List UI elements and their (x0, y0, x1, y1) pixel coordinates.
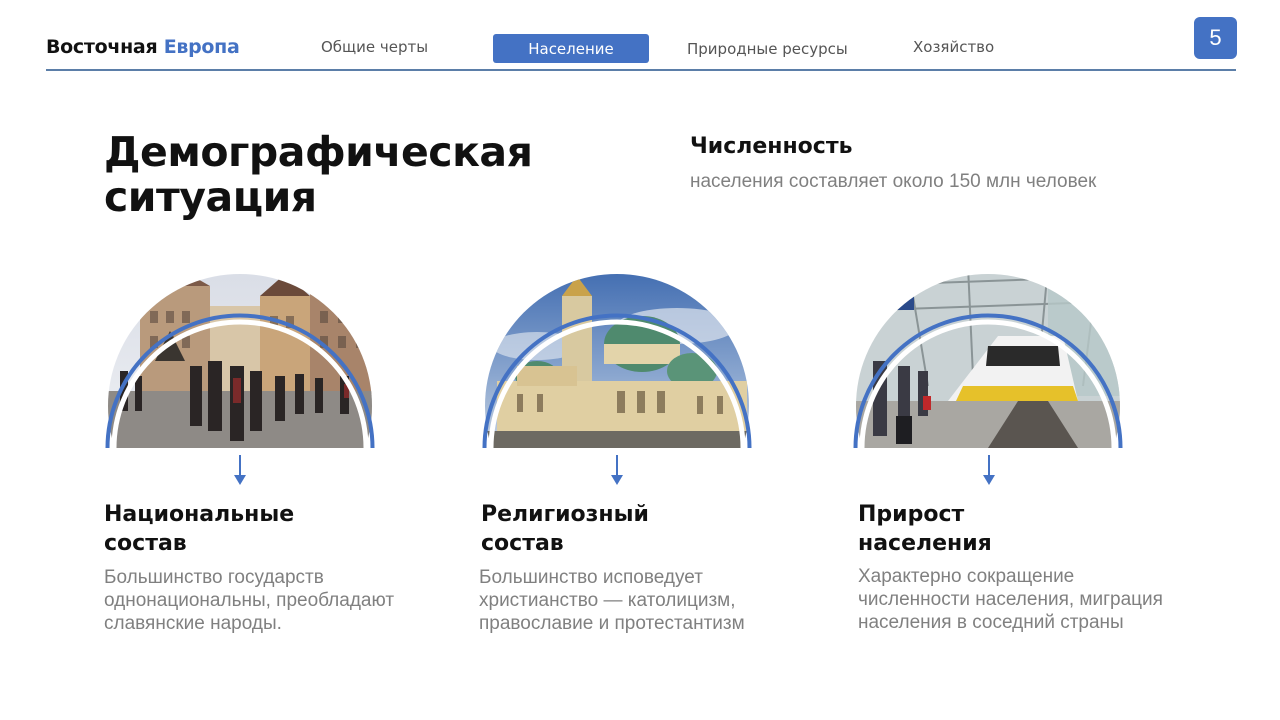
text-line: Характерно сокращение (858, 566, 1075, 587)
text-line: христианство — католицизм, (479, 590, 736, 611)
heading-line: Национальные (104, 502, 295, 527)
title-line-2: ситуация (104, 173, 317, 221)
religious-composition-heading: Религиозный состав (481, 500, 649, 558)
text-line: численности населения, миграция (858, 589, 1163, 610)
text-line: однонациональны, преобладают (104, 590, 395, 611)
population-heading: Численность (690, 134, 853, 159)
arrow-down-icon (234, 455, 246, 485)
ethnic-composition-text: Большинство государств однонациональны, … (104, 566, 394, 635)
population-growth-heading: Прирост населения (858, 500, 992, 558)
text-line: православие и протестантизм (479, 613, 745, 634)
nav-general-features[interactable]: Общие черты (321, 38, 428, 56)
text-line: населения в соседний страны (858, 612, 1124, 633)
text-line: Большинство исповедует (479, 567, 703, 588)
text-line: Большинство государств (104, 567, 324, 588)
heading-line: состав (104, 531, 187, 556)
text-line: славянские народы. (104, 613, 282, 634)
heading-line: населения (858, 531, 992, 556)
nav-population-active[interactable]: Население (493, 34, 649, 63)
population-growth-text: Характерно сокращение численности населе… (858, 565, 1163, 634)
heading-line: Прирост (858, 502, 965, 527)
arrow-down-icon (983, 455, 995, 485)
population-text: населения составляет около 150 млн челов… (690, 171, 1097, 192)
brand-main: Восточная (46, 36, 158, 58)
cathedral-photo (477, 266, 757, 448)
ethnic-composition-heading: Национальные состав (104, 500, 294, 558)
train-station-photo (848, 266, 1128, 448)
religious-composition-text: Большинство исповедует христианство — ка… (479, 566, 745, 635)
arrow-down-icon (611, 455, 623, 485)
old-town-square-photo (100, 266, 380, 448)
heading-line: Религиозный (481, 502, 649, 527)
page-title: Демографическая ситуация (104, 130, 624, 220)
header-divider (46, 69, 1236, 71)
brand-title: Восточная Европа (46, 36, 240, 58)
title-line-1: Демографическая (104, 128, 533, 176)
nav-natural-resources[interactable]: Природные ресурсы (687, 40, 848, 58)
page-number-badge: 5 (1194, 17, 1237, 59)
heading-line: состав (481, 531, 564, 556)
brand-accent: Европа (163, 36, 240, 58)
nav-economy[interactable]: Хозяйство (913, 38, 994, 56)
